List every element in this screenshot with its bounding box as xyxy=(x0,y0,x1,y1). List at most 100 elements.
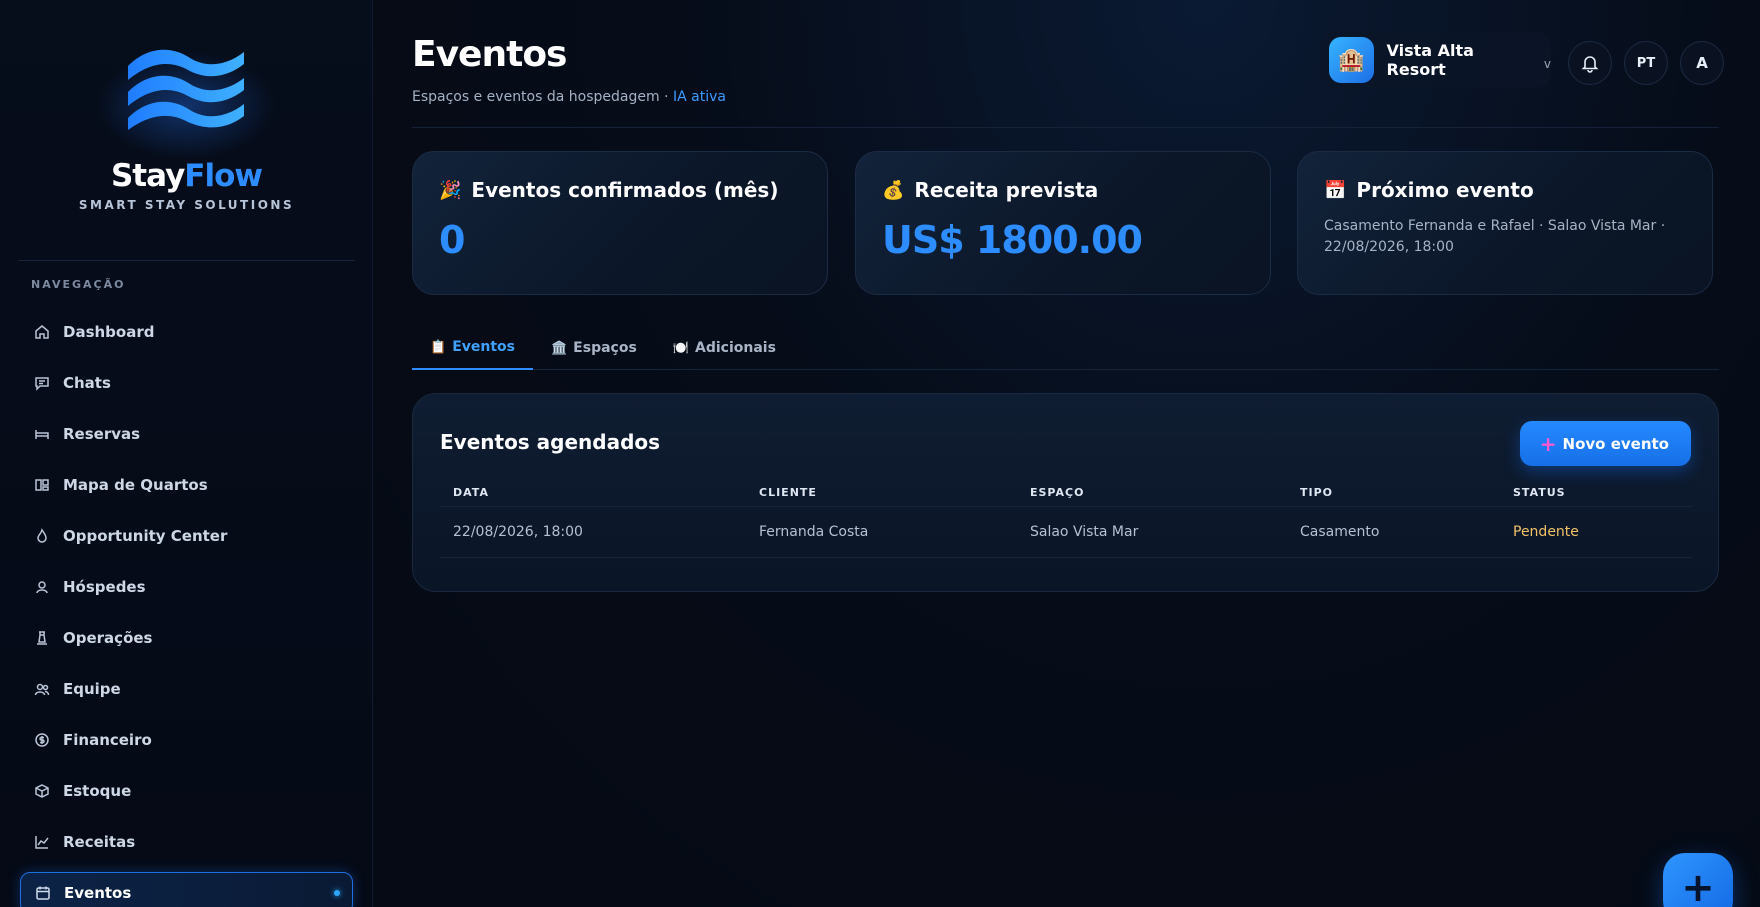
card-title: 🎉 Eventos confirmados (mês) xyxy=(439,178,801,202)
cell-cliente: Fernanda Costa xyxy=(759,524,869,540)
sidebar-item-hospedes[interactable]: Hóspedes xyxy=(20,561,353,612)
layout-icon xyxy=(34,477,50,493)
card-receita-prevista: 💰 Receita prevista US$ 1800.00 xyxy=(855,151,1271,295)
floating-add-button[interactable]: + xyxy=(1663,853,1733,907)
sidebar-item-label: Estoque xyxy=(63,781,132,800)
hotel-selector[interactable]: 🏨 Vista Alta Resort v xyxy=(1321,32,1551,88)
chess-icon xyxy=(34,630,50,646)
sidebar-divider xyxy=(18,260,355,261)
sidebar-nav: Dashboard Chats Reservas Mapa de Quartos… xyxy=(20,306,353,907)
user-icon xyxy=(34,579,50,595)
calendar-icon xyxy=(35,885,51,901)
app-root: StayFlow SMART STAY SOLUTIONS NAVEGAÇÃO … xyxy=(0,0,1760,907)
sidebar-item-operacoes[interactable]: Operações xyxy=(20,612,353,663)
active-indicator-dot xyxy=(334,890,340,896)
page-title: Eventos xyxy=(412,34,567,75)
box-icon xyxy=(34,783,50,799)
money-bag-icon: 💰 xyxy=(882,179,905,201)
status-badge: Pendente xyxy=(1513,524,1579,540)
notifications-button[interactable] xyxy=(1568,41,1612,85)
cell-tipo: Casamento xyxy=(1300,524,1380,540)
clipboard-icon: 📋 xyxy=(430,339,447,355)
hotel-name: Vista Alta Resort xyxy=(1386,41,1474,79)
plate-icon: 🍽️ xyxy=(672,340,689,356)
card-title: 📅 Próximo evento xyxy=(1324,178,1686,202)
hotel-icon: 🏨 xyxy=(1329,37,1374,83)
new-event-button[interactable]: + Novo evento xyxy=(1519,421,1691,466)
main-content: Eventos Espaços e eventos da hospedagem … xyxy=(373,0,1760,907)
user-avatar-button[interactable]: A xyxy=(1680,41,1724,85)
chevron-down-icon: v xyxy=(1543,57,1551,71)
tab-label: Espaços xyxy=(573,340,637,356)
sidebar-item-dashboard[interactable]: Dashboard xyxy=(20,306,353,357)
card-text: Casamento Fernanda e Rafael · Salao Vist… xyxy=(1324,218,1666,255)
sidebar-item-equipe[interactable]: Equipe xyxy=(20,663,353,714)
sidebar: StayFlow SMART STAY SOLUTIONS NAVEGAÇÃO … xyxy=(0,0,373,907)
sidebar-item-opportunity-center[interactable]: Opportunity Center xyxy=(20,510,353,561)
building-icon: 🏛️ xyxy=(550,340,568,356)
brand-name-stay: Stay xyxy=(110,158,185,194)
card-eventos-confirmados: 🎉 Eventos confirmados (mês) 0 xyxy=(412,151,828,295)
sidebar-item-receitas[interactable]: Receitas xyxy=(20,816,353,867)
header-divider xyxy=(412,127,1719,128)
cell-espaco: Salao Vista Mar xyxy=(1030,524,1139,540)
sidebar-item-eventos[interactable]: Eventos xyxy=(20,872,353,907)
sidebar-item-chats[interactable]: Chats xyxy=(20,357,353,408)
column-header-status[interactable]: STATUS xyxy=(1513,486,1566,499)
new-event-label: Novo evento xyxy=(1562,434,1669,453)
card-title-text: Eventos confirmados (mês) xyxy=(471,178,779,202)
panel-title: Eventos agendados xyxy=(440,430,661,454)
column-header-data[interactable]: DATA xyxy=(453,486,489,499)
tab-eventos[interactable]: 📋 Eventos xyxy=(412,326,533,370)
bell-icon xyxy=(1581,56,1599,73)
page-subtitle: Espaços e eventos da hospedagem · IA ati… xyxy=(412,89,726,105)
brand-logo[interactable]: StayFlow SMART STAY SOLUTIONS xyxy=(0,40,373,220)
sidebar-item-label: Operações xyxy=(63,628,153,647)
sidebar-item-reservas[interactable]: Reservas xyxy=(20,408,353,459)
page-subtitle-text: Espaços e eventos da hospedagem · xyxy=(412,89,673,105)
sidebar-item-label: Receitas xyxy=(63,832,136,851)
wave-logo-icon xyxy=(127,49,244,130)
sidebar-item-label: Financeiro xyxy=(63,730,152,749)
tab-espacos[interactable]: 🏛️ Espaços xyxy=(533,326,655,370)
tab-bar: 📋 Eventos 🏛️ Espaços 🍽️ Adicionais xyxy=(412,326,1719,370)
sidebar-item-label: Mapa de Quartos xyxy=(63,475,208,494)
card-value: 0 xyxy=(439,218,465,262)
sidebar-item-label: Eventos xyxy=(64,884,132,902)
dollar-icon xyxy=(34,732,50,748)
party-icon: 🎉 xyxy=(439,179,462,201)
card-title: 💰 Receita prevista xyxy=(882,178,1244,202)
card-title-text: Próximo evento xyxy=(1356,178,1534,202)
language-button[interactable]: PT xyxy=(1624,41,1668,85)
sidebar-item-label: Reservas xyxy=(63,424,141,443)
sidebar-item-mapa-de-quartos[interactable]: Mapa de Quartos xyxy=(20,459,353,510)
sidebar-item-estoque[interactable]: Estoque xyxy=(20,765,353,816)
chart-icon xyxy=(34,834,50,850)
tab-label: Adicionais xyxy=(694,340,776,356)
tab-label: Eventos xyxy=(452,339,515,355)
cell-data: 22/08/2026, 18:00 xyxy=(453,524,583,540)
chat-icon xyxy=(34,375,50,391)
card-title-text: Receita prevista xyxy=(914,178,1099,202)
bed-icon xyxy=(34,426,50,442)
sidebar-item-label: Chats xyxy=(63,373,111,392)
card-value: US$ 1800.00 xyxy=(882,218,1143,262)
tab-adicionais[interactable]: 🍽️ Adicionais xyxy=(655,326,794,370)
sidebar-item-label: Hóspedes xyxy=(63,577,146,596)
ai-status-label: IA ativa xyxy=(672,89,726,105)
brand-name-flow: Flow xyxy=(184,158,263,194)
sidebar-item-label: Equipe xyxy=(63,679,121,698)
sidebar-item-label: Dashboard xyxy=(63,322,155,341)
column-header-cliente[interactable]: CLIENTE xyxy=(759,486,817,499)
table-header: DATA CLIENTE ESPAÇO TIPO STATUS xyxy=(440,477,1692,507)
calendar-icon: 📅 xyxy=(1324,179,1347,201)
table-row[interactable]: 22/08/2026, 18:00 Fernanda Costa Salao V… xyxy=(440,508,1692,558)
events-panel: Eventos agendados + Novo evento DATA CLIE… xyxy=(412,393,1719,592)
brand-tagline: SMART STAY SOLUTIONS xyxy=(78,198,295,212)
brand-name: StayFlow xyxy=(110,158,263,194)
sidebar-item-label: Opportunity Center xyxy=(63,526,228,545)
column-header-tipo[interactable]: TIPO xyxy=(1300,486,1333,499)
users-icon xyxy=(34,681,50,697)
column-header-espaco[interactable]: ESPAÇO xyxy=(1030,486,1084,499)
sidebar-item-financeiro[interactable]: Financeiro xyxy=(20,714,353,765)
